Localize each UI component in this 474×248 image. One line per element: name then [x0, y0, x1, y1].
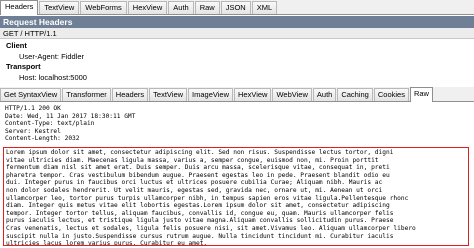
raw-header-line: Content-Length: 2032	[5, 135, 80, 143]
raw-body-highlight: Lorem ipsum dolor sit amet, consectetur …	[3, 147, 469, 246]
request-tab-hexview[interactable]: HexView	[127, 1, 168, 14]
response-tab-caching[interactable]: Caching	[337, 88, 373, 101]
response-tabbar: Get SyntaxView Transformer Headers TextView…	[0, 87, 474, 102]
response-tab-webview[interactable]: WebView	[272, 88, 312, 101]
response-raw-view[interactable]: HTTP/1.1 200 OK Date: Wed, 11 Jan 2017 18…	[0, 103, 474, 248]
raw-body-line: Lorem ipsum dolor sit amet, consectetur …	[6, 149, 394, 156]
response-tab-auth[interactable]: Auth	[312, 88, 337, 101]
raw-header-line: HTTP/1.1 200 OK	[5, 105, 61, 112]
raw-body-line: purus iaculis lectus, et tristique ligul…	[6, 217, 394, 225]
raw-body-line: vitae ultricies diam. Maecenas ligula ma…	[6, 156, 379, 164]
request-headers-tree: Client User-Agent: Fiddler Transport Hos…	[0, 40, 474, 87]
request-tab-raw[interactable]: Raw	[194, 1, 220, 14]
transport-group[interactable]: Transport	[6, 62, 41, 71]
response-tab-imageview[interactable]: ImageView	[188, 88, 234, 101]
user-agent-header[interactable]: User-Agent: Fiddler	[19, 52, 84, 61]
raw-body-line: suscipit nulla in justo.Suspendisse curs…	[6, 232, 394, 240]
raw-headers: HTTP/1.1 200 OK Date: Wed, 11 Jan 2017 18…	[5, 105, 471, 143]
request-tab-headers[interactable]: Headers	[0, 0, 39, 15]
request-headers-title: Request Headers	[0, 16, 474, 28]
raw-body-line: non dolor sodales hendrerit. Ut velit ma…	[6, 186, 383, 194]
response-tab-transformer[interactable]: Transformer	[62, 88, 111, 101]
raw-body-line: pharetra tempor. Cras vestibulum bibendu…	[6, 171, 390, 179]
raw-body-line: ultricies lacus lorem varius purus. Cura…	[6, 240, 208, 246]
client-group[interactable]: Client	[6, 41, 27, 50]
raw-body-line: Cras venenatis, lectus et sodales, ligul…	[6, 224, 416, 232]
request-tab-textview[interactable]: TextView	[39, 1, 80, 14]
response-tab-raw[interactable]: Raw	[409, 87, 433, 102]
raw-header-line: Content-Type: text/plain	[5, 120, 95, 128]
raw-body-line: ullamcorper leo, tortor purus turpis ull…	[6, 194, 409, 202]
raw-header-line: Date: Wed, 11 Jan 2017 18:30:11 GMT	[5, 112, 136, 120]
raw-body-line: dui. Integer purus in faucibus orci luct…	[6, 179, 383, 187]
raw-body-line: diam. Integer quis metus vitae elit lobo…	[6, 202, 390, 210]
request-tab-auth[interactable]: Auth	[168, 1, 194, 14]
raw-body-line: tempor. Integer tortor tellus, aliquam f…	[6, 209, 394, 217]
response-tab-headers[interactable]: Headers	[111, 88, 149, 101]
response-tab-get-syntaxview[interactable]: Get SyntaxView	[0, 88, 62, 101]
raw-body-line: fermentum diam nisl sit amet erat. Duis …	[6, 164, 390, 172]
raw-header-line: Server: Kestrel	[5, 127, 61, 135]
host-header[interactable]: Host: localhost:5000	[19, 73, 87, 82]
request-tab-webforms[interactable]: WebForms	[80, 1, 127, 14]
response-tab-hexview[interactable]: HexView	[234, 88, 272, 101]
request-tab-xml[interactable]: XML	[251, 1, 278, 14]
request-line: GET / HTTP/1.1	[0, 28, 474, 39]
request-tabbar: Headers TextView WebForms HexView Auth Raw JSO…	[0, 0, 474, 15]
request-tab-json[interactable]: JSON	[220, 1, 251, 14]
response-tab-cookies[interactable]: Cookies	[373, 88, 409, 101]
response-tab-textview[interactable]: TextView	[149, 88, 188, 101]
